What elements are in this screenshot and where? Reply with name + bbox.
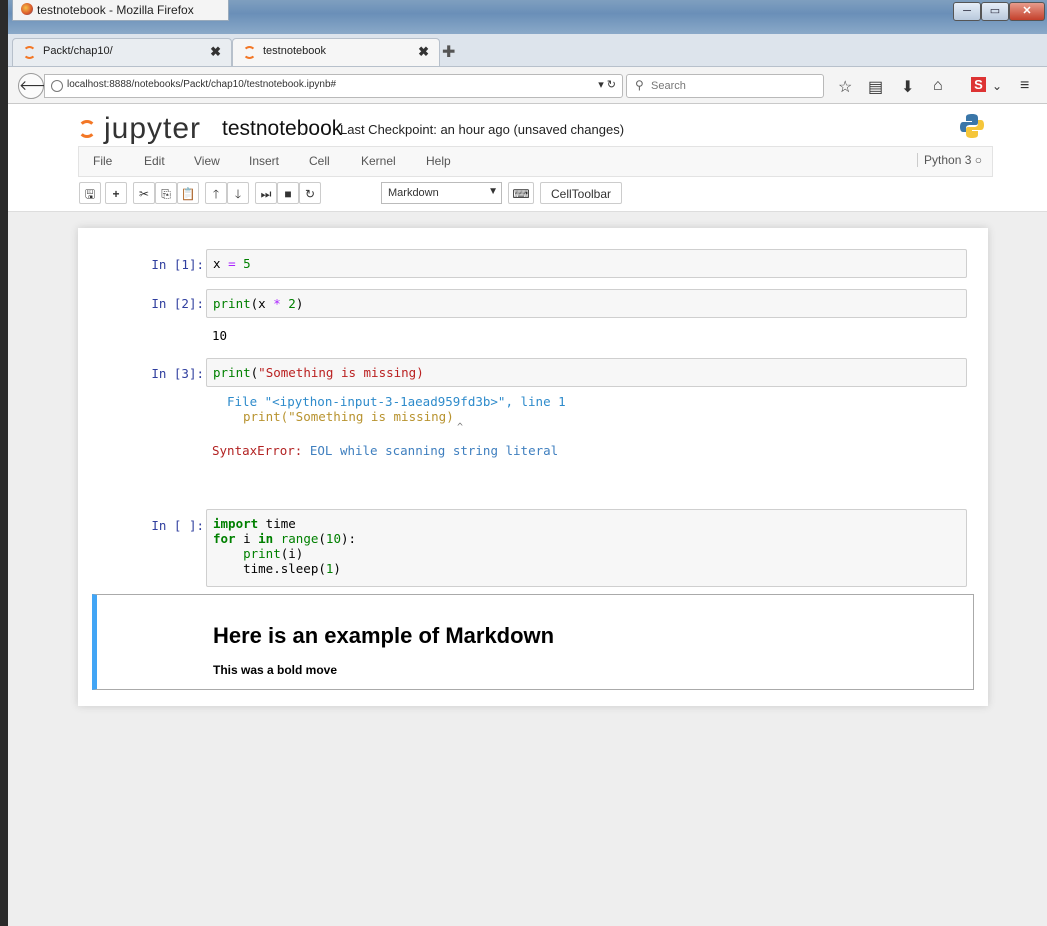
kernel-status-icon: ○ [974,153,982,167]
menu-bar: File Edit View Insert Cell Kernel Help P… [78,146,993,177]
cell-output: 10 [212,328,228,343]
url-bar[interactable]: localhost:8888/notebooks/Packt/chap10/te… [44,74,623,98]
move-up-button[interactable]: 🡑 [205,182,227,204]
paste-button[interactable]: 📋 [177,182,199,204]
menu-help[interactable]: Help [426,154,451,168]
command-palette-button[interactable]: ⌨ [508,182,534,204]
save-button[interactable]: 🖫 [79,182,101,204]
chevron-down-icon: ▼ [488,186,498,197]
window-title: testnotebook - Mozilla Firefox [37,3,194,17]
tab-packt-chap10[interactable]: Packt/chap10/ ✖ [12,38,232,66]
notebook-container: In [1]: x = 5 In [2]: print(x * 2) 10 In… [78,228,988,706]
firefox-window: testnotebook - Mozilla Firefox ─ ▭ ✕ Pac… [8,0,1047,926]
reload-icon[interactable]: ▾ ↻ [598,78,616,91]
insert-cell-button[interactable]: + [105,182,127,204]
bookmark-star-icon[interactable]: ☆ [838,77,852,97]
jupyter-tab-icon [243,46,256,59]
downloads-icon[interactable]: ⬇ [901,77,914,97]
input-prompt: In [1]: [151,257,204,272]
copy-button[interactable]: ⎘ [155,182,177,204]
cell-type-select[interactable]: Markdown ▼ [381,182,502,204]
extension-s-icon[interactable]: S [971,77,986,92]
markdown-text: This was a bold move [213,663,338,677]
url-text: localhost:8888/notebooks/Packt/chap10/te… [67,79,337,90]
reading-list-icon[interactable]: ▤ [868,77,883,97]
close-tab-icon[interactable]: ✖ [210,44,221,60]
menu-hamburger-icon[interactable]: ≡ [1020,77,1029,95]
cut-button[interactable]: ✂ [133,182,155,204]
input-prompt: In [ ]: [151,518,204,533]
python-logo-icon [960,114,984,138]
run-cell-button[interactable]: ⏭ [255,182,277,204]
title-bar: testnotebook - Mozilla Firefox ─ ▭ ✕ [8,0,1047,34]
kernel-name: Python 3 [924,153,972,167]
checkpoint-status: Last Checkpoint: an hour ago (unsaved ch… [340,122,625,137]
notebook-toolbar: 🖫 + ✂ ⎘ 📋 🡑 🡓 ⏭ ■ ↻ Markdown ▼ ⌨ CellToo… [78,179,991,207]
back-button[interactable]: 🡐 [18,73,57,99]
site-info-icon[interactable] [51,80,63,92]
interrupt-button[interactable]: ■ [277,182,299,204]
notebook-name[interactable]: testnotebook [222,117,342,141]
error-message: EOL while scanning string literal [309,443,559,458]
menu-file[interactable]: File [93,154,112,168]
minimize-button[interactable]: ─ [953,2,981,21]
celltoolbar-button[interactable]: CellToolbar [540,182,622,204]
search-icon: ⚲ [635,78,644,92]
code-cell-input[interactable]: print("Something is missing) [206,358,967,387]
menu-edit[interactable]: Edit [144,154,165,168]
close-window-button[interactable]: ✕ [1009,2,1045,21]
close-tab-icon[interactable]: ✖ [418,44,429,60]
tab-bar: Packt/chap10/ ✖ testnotebook ✖ ✚ [8,34,1047,67]
restart-kernel-button[interactable]: ↻ [299,182,321,204]
search-placeholder: Search [651,80,686,92]
search-bar[interactable]: ⚲ Search [626,74,824,98]
maximize-button[interactable]: ▭ [981,2,1009,21]
traceback-code-line: print("Something is missing) [243,409,454,424]
code-cell-input[interactable]: print(x * 2) [206,289,967,318]
error-type: SyntaxError: [212,443,303,458]
markdown-heading: Here is an example of Markdown [213,623,555,648]
input-prompt: In [2]: [151,296,204,311]
firefox-icon [21,3,33,15]
jupyter-tab-icon [23,46,36,59]
menu-insert[interactable]: Insert [249,154,279,168]
jupyter-logo[interactable]: jupyter [78,112,201,146]
extension-dropdown-icon[interactable]: ⌄ [992,79,1002,93]
code-cell-input[interactable]: x = 5 [206,249,967,278]
input-prompt: In [3]: [151,366,204,381]
traceback-caret: ^ [457,422,464,433]
jupyter-logo-text: jupyter [104,112,202,145]
tab-testnotebook[interactable]: testnotebook ✖ [232,38,440,66]
menu-cell[interactable]: Cell [309,154,330,168]
desktop-edge [0,0,8,926]
cell-type-value: Markdown [388,187,439,199]
tab-label: Packt/chap10/ [43,45,113,57]
home-icon[interactable]: ⌂ [933,77,943,95]
tab-label: testnotebook [263,45,326,57]
title-tab: testnotebook - Mozilla Firefox [12,0,229,21]
move-down-button[interactable]: 🡓 [227,182,249,204]
markdown-cell[interactable]: Here is an example of Markdown This was … [92,594,974,690]
menu-kernel[interactable]: Kernel [361,154,396,168]
new-tab-icon[interactable]: ✚ [442,42,455,62]
kernel-indicator: Python 3 ○ [917,153,982,167]
traceback-file-line: File "<ipython-input-3-1aead959fd3b>", l… [227,394,566,409]
menu-view[interactable]: View [194,154,220,168]
jupyter-header: jupyter testnotebook Last Checkpoint: an… [8,104,1047,212]
error-line: SyntaxError: EOL while scanning string l… [212,443,558,458]
jupyter-logo-icon [78,120,96,138]
navigation-bar: 🡐 localhost:8888/notebooks/Packt/chap10/… [8,67,1047,104]
code-cell-input[interactable]: import time for i in range(10): print(i)… [206,509,967,587]
